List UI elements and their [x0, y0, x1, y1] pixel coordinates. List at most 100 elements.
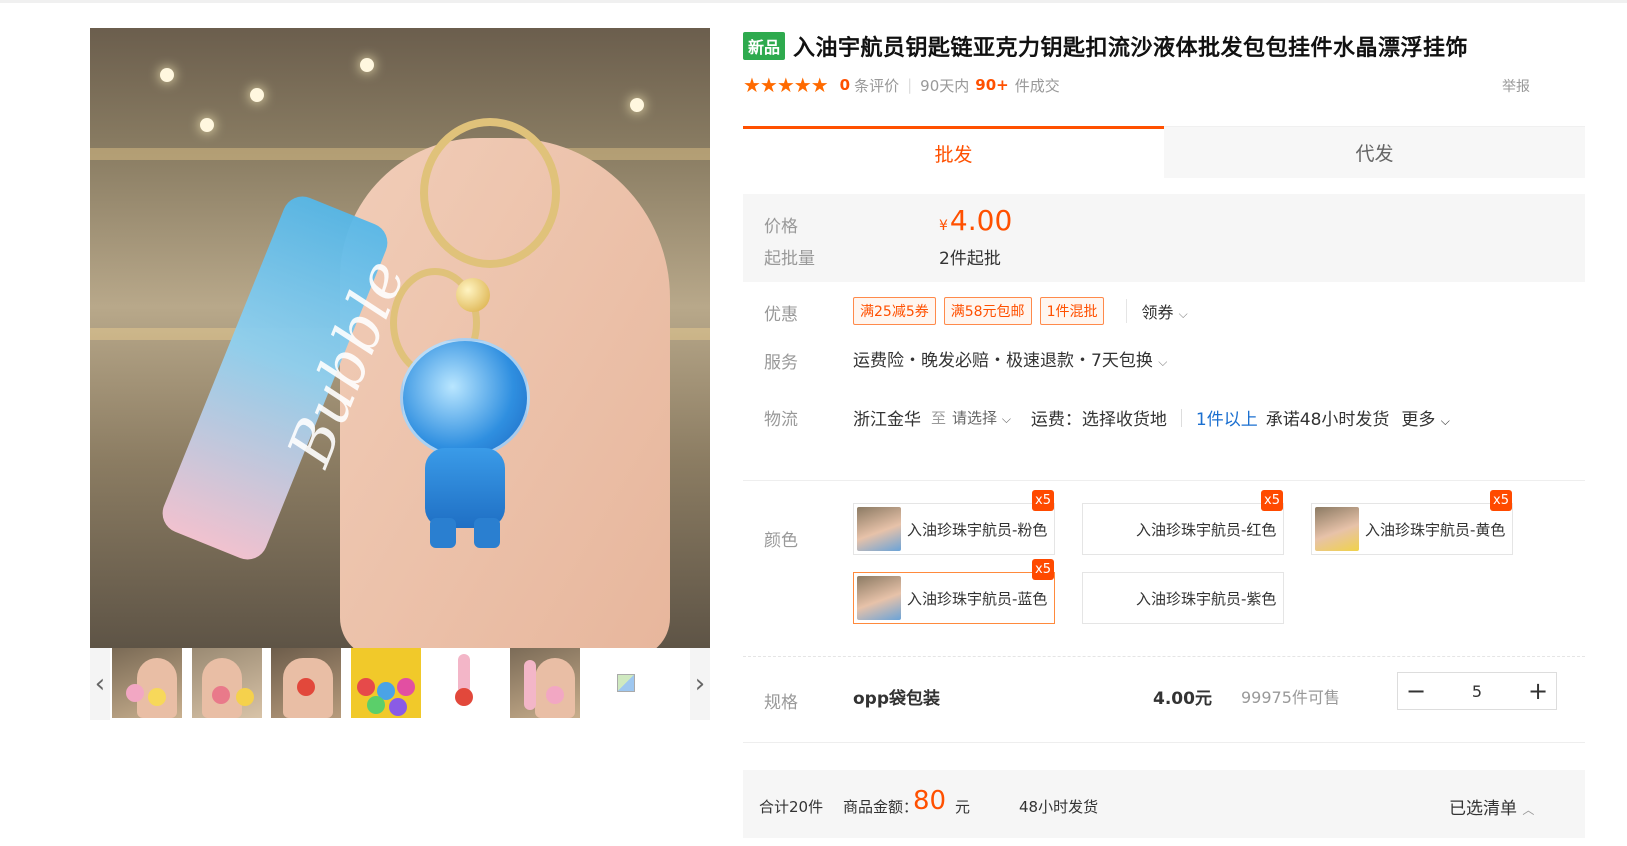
color-option-blue[interactable]: 入油珍珠宇航员-蓝色 x5 — [853, 559, 1055, 624]
background-light — [200, 118, 214, 132]
total-count: 合计20件 — [759, 798, 824, 816]
section-divider — [743, 656, 1585, 657]
ship-origin: 浙江金华 — [853, 410, 921, 430]
rating-row: ★★★★★ 0 条评价 | 90天内 90+ 件成交 — [743, 73, 1060, 97]
new-badge: 新品 — [743, 32, 786, 60]
color-thumbnail-empty — [1086, 507, 1130, 551]
chevron-up-icon: ︿ — [1522, 803, 1535, 817]
chevron-left-icon[interactable]: ‹ — [90, 648, 110, 720]
thumbnail-5[interactable] — [430, 648, 500, 718]
color-thumbnail — [1315, 507, 1359, 551]
get-coupon-button[interactable]: 领券 ⌵ — [1126, 299, 1188, 323]
color-option-pink[interactable]: 入油珍珠宇航员-粉色 x5 — [853, 490, 1055, 555]
logistics-row: 浙江金华 至 请选择 ⌵ 运费：选择收货地 1件以上 承诺48小时发货 更多 ⌵ — [853, 405, 1450, 430]
divider — [1180, 408, 1182, 427]
price-value: ¥4.00 — [939, 204, 1012, 237]
price-box: 价格 ¥4.00 起批量 2件起批 — [743, 194, 1585, 282]
thumbnail-1[interactable] — [112, 648, 182, 718]
minus-button[interactable]: − — [1398, 673, 1434, 709]
key-ring — [420, 118, 560, 268]
review-count[interactable]: 0 — [840, 76, 850, 94]
currency-symbol: ¥ — [939, 218, 948, 234]
service-guarantees[interactable]: 运费险・晚发必赔・极速退款・7天包换 ⌵ — [853, 346, 1167, 371]
promo-label: 优惠 — [764, 305, 798, 325]
color-thumbnail — [857, 576, 901, 620]
chevron-down-icon: ⌵ — [1001, 412, 1011, 426]
chevron-down-icon: ⌵ — [1440, 414, 1450, 428]
thumbnail-strip: ‹ › — [90, 648, 710, 720]
moq-label: 起批量 — [764, 249, 815, 269]
tab-wholesale[interactable]: 批发 — [743, 126, 1164, 178]
sold-count: 90+ — [975, 76, 1009, 94]
divider: | — [907, 76, 913, 94]
coupon-badge[interactable]: 满58元包邮 — [943, 297, 1032, 325]
chevron-down-icon: ⌵ — [1178, 307, 1188, 321]
chevron-down-icon: ⌵ — [1158, 355, 1168, 369]
section-divider — [743, 742, 1585, 743]
more-button[interactable]: 更多 ⌵ — [1401, 405, 1450, 430]
color-option-purple[interactable]: 入油珍珠宇航员-紫色 — [1082, 572, 1284, 624]
product-title: 入油宇航员钥匙链亚克力钥匙扣流沙液体批发包包挂件水晶漂浮挂饰 — [793, 36, 1469, 61]
background-shelf — [90, 148, 710, 160]
service-label: 服务 — [764, 353, 798, 373]
to-label: 至 — [931, 409, 947, 427]
thumbnail-6[interactable] — [510, 648, 580, 718]
quantity-input[interactable] — [1434, 673, 1520, 709]
color-option-red[interactable]: 入油珍珠宇航员-红色 x5 — [1082, 490, 1284, 555]
spec-name: opp袋包装 — [853, 689, 941, 709]
destination-select[interactable]: 请选择 ⌵ — [952, 407, 1011, 428]
title-row: 新品 入油宇航员钥匙链亚克力钥匙扣流沙液体批发包包挂件水晶漂浮挂饰 — [743, 30, 1468, 62]
amount-label: 商品金额： — [843, 798, 919, 816]
color-thumbnail — [857, 507, 901, 551]
shipping-fee: 运费：选择收货地 — [1030, 410, 1167, 430]
background-light — [250, 88, 264, 102]
sold-label: 件成交 — [1014, 76, 1060, 95]
astronaut-charm — [390, 328, 540, 548]
ship-promise: 承诺48小时发货 — [1265, 410, 1390, 430]
background-light — [630, 98, 644, 112]
star-rating-icon: ★★★★★ — [743, 73, 829, 97]
bell-charm — [456, 278, 490, 312]
promo-row: 满25减5券 满58元包邮 1件混批 领券 ⌵ — [853, 297, 1188, 325]
chevron-right-icon[interactable]: › — [690, 648, 710, 720]
days-label: 90天内 — [920, 76, 970, 95]
order-summary-bar: 合计20件 商品金额： 80 元 48小时发货 已选清单 ︿ — [743, 770, 1585, 838]
thumbnail-2[interactable] — [192, 648, 262, 718]
ship-time: 48小时发货 — [1019, 798, 1099, 816]
main-product-image[interactable]: Bubble — [90, 28, 710, 648]
background-light — [160, 68, 174, 82]
tab-dropship[interactable]: 代发 — [1164, 126, 1585, 178]
color-label: 颜色 — [764, 531, 798, 551]
spec-price: 4.00元 — [1153, 689, 1212, 709]
section-divider — [743, 480, 1585, 481]
spec-label: 规格 — [764, 693, 798, 713]
broken-image-icon — [617, 674, 635, 692]
price-label: 价格 — [764, 217, 798, 237]
quantity-badge: x5 — [1490, 490, 1512, 511]
review-label[interactable]: 条评价 — [854, 75, 899, 96]
qty-threshold: 1件以上 — [1195, 410, 1258, 430]
quantity-badge: x5 — [1032, 490, 1054, 511]
amount-value: 80 — [913, 786, 947, 816]
spec-stock: 99975件可售 — [1241, 688, 1340, 707]
color-option-yellow[interactable]: 入油珍珠宇航员-黄色 x5 — [1311, 490, 1513, 555]
thumbnail-3[interactable] — [271, 648, 341, 718]
moq-value: 2件起批 — [939, 249, 1001, 269]
price-amount: 4.00 — [949, 204, 1013, 237]
thumbnail-7-broken-image[interactable] — [589, 648, 659, 718]
coupon-badge[interactable]: 1件混批 — [1039, 297, 1105, 325]
coupon-badge[interactable]: 满25减5券 — [853, 297, 936, 325]
background-light — [360, 58, 374, 72]
quantity-badge: x5 — [1032, 559, 1054, 580]
amount-unit: 元 — [955, 798, 971, 816]
logistics-label: 物流 — [764, 410, 798, 430]
color-thumbnail-empty — [1086, 576, 1130, 620]
plus-button[interactable]: + — [1520, 673, 1556, 709]
selected-list-button[interactable]: 已选清单 ︿ — [1449, 794, 1534, 819]
quantity-stepper: − + — [1397, 672, 1557, 710]
product-info-panel: 新品 入油宇航员钥匙链亚克力钥匙扣流沙液体批发包包挂件水晶漂浮挂饰 ★★★★★ … — [743, 0, 1585, 846]
report-link[interactable]: 举报 — [1502, 76, 1530, 96]
thumbnail-4[interactable] — [351, 648, 421, 718]
purchase-mode-tabs: 批发 代发 — [743, 126, 1585, 178]
quantity-badge: x5 — [1261, 490, 1283, 511]
